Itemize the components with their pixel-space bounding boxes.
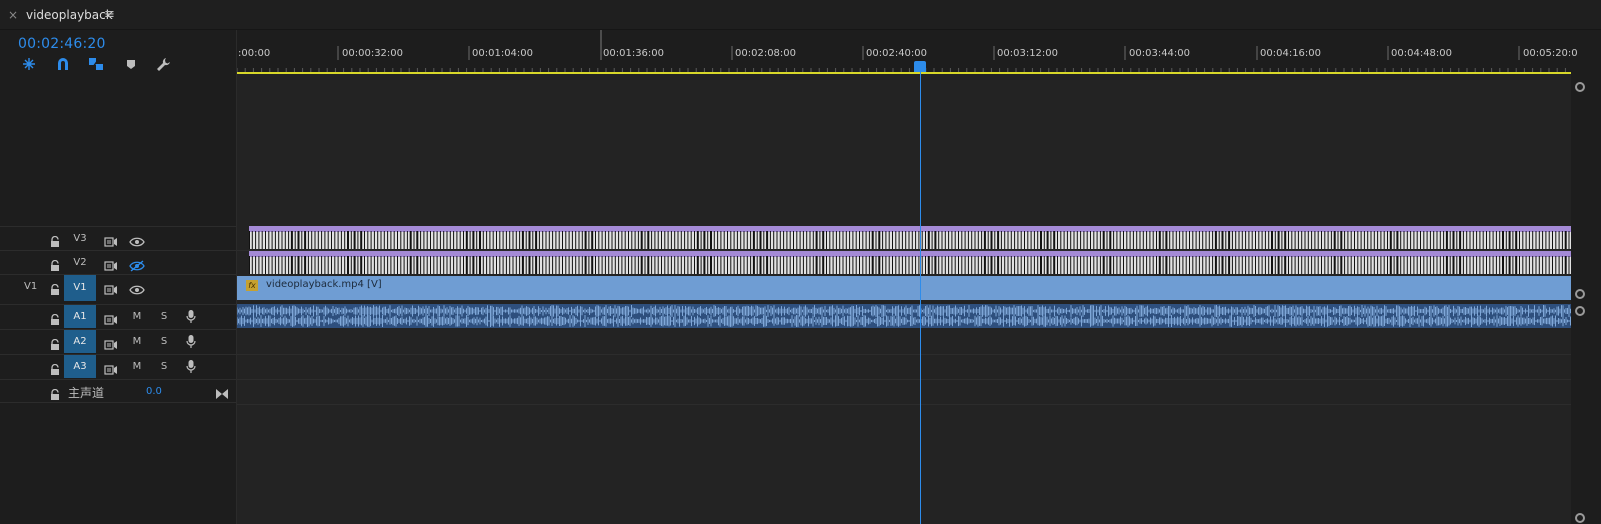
sync-lock-icon[interactable]	[104, 233, 118, 247]
master-volume-value[interactable]: 0.0	[146, 386, 162, 397]
mute-button[interactable]: M	[130, 335, 144, 349]
track-target-v3[interactable]: V3	[64, 227, 96, 250]
track-target-v1[interactable]: V1	[64, 275, 96, 301]
sync-lock-icon[interactable]	[104, 257, 118, 271]
panel-tab-bar: × videoplayback ≡	[0, 0, 1601, 30]
sync-lock-icon[interactable]	[104, 361, 118, 375]
video-scroll-handle-top[interactable]	[1575, 82, 1585, 92]
go-to-edit-point-icon[interactable]	[215, 385, 229, 399]
track-target-a1[interactable]: A1	[64, 305, 96, 328]
row-separator	[237, 404, 1571, 405]
timeline-settings-wrench-icon[interactable]	[155, 56, 173, 72]
ruler-major-ticks	[337, 30, 1520, 60]
track-target-a2[interactable]: A2	[64, 330, 96, 353]
playhead-line[interactable]	[920, 72, 921, 524]
linked-selection-icon[interactable]	[87, 56, 105, 72]
sync-lock-icon[interactable]	[104, 311, 118, 325]
lock-icon[interactable]	[50, 257, 60, 271]
master-track-label: 主声道	[68, 386, 105, 400]
row-separator	[237, 379, 1571, 380]
sequence-tab-title[interactable]: videoplayback	[26, 8, 113, 22]
playhead-handle[interactable]	[914, 61, 926, 72]
time-ruler[interactable]: :00:00 00:00:32:00 00:01:04:00 00:01:36:…	[237, 30, 1578, 74]
track-target-a3[interactable]: A3	[64, 355, 96, 378]
audio-waveform	[237, 305, 1571, 327]
lock-icon[interactable]	[50, 386, 60, 400]
panel-menu-icon[interactable]: ≡	[104, 7, 118, 22]
track-header-a2: A2 M S	[0, 329, 236, 353]
track-header-v2: V2	[0, 250, 236, 274]
nested-clip-v3[interactable]	[249, 226, 1571, 249]
track-header-v3: V3	[0, 226, 236, 250]
fx-badge[interactable]: fx	[246, 280, 258, 291]
add-marker-icon[interactable]	[122, 56, 140, 72]
video-scroll-handle-bottom[interactable]	[1575, 289, 1585, 299]
insert-overwrite-sequences-icon[interactable]	[20, 56, 38, 72]
solo-button[interactable]: S	[157, 360, 171, 374]
track-header-v1: V1 V1	[0, 274, 236, 301]
microphone-icon[interactable]	[185, 309, 197, 324]
clip-thumbnails	[249, 226, 1571, 249]
mute-button[interactable]: M	[130, 360, 144, 374]
audio-scroll-handle-bottom[interactable]	[1575, 513, 1585, 523]
lock-icon[interactable]	[50, 233, 60, 247]
close-icon[interactable]: ×	[8, 8, 20, 22]
playhead-timecode[interactable]: 00:02:46:20	[18, 36, 106, 52]
eye-icon[interactable]	[129, 281, 145, 295]
clip-name: videoplayback.mp4 [V]	[266, 279, 382, 290]
lock-icon[interactable]	[50, 281, 60, 295]
row-separator	[237, 354, 1571, 355]
track-target-v2[interactable]: V2	[64, 251, 96, 274]
audio-scroll-handle-top[interactable]	[1575, 306, 1585, 316]
eye-icon[interactable]	[129, 233, 145, 247]
lock-icon[interactable]	[50, 361, 60, 375]
mute-button[interactable]: M	[130, 310, 144, 324]
lock-icon[interactable]	[50, 336, 60, 350]
sync-lock-icon[interactable]	[104, 281, 118, 295]
microphone-icon[interactable]	[185, 359, 197, 374]
track-header-a3: A3 M S	[0, 354, 236, 378]
snap-magnet-icon[interactable]	[54, 56, 72, 72]
sync-lock-icon[interactable]	[104, 336, 118, 350]
lock-icon[interactable]	[50, 311, 60, 325]
video-clip-v1[interactable]: fx videoplayback.mp4 [V]	[237, 276, 1571, 300]
audio-clip-a1[interactable]	[237, 304, 1571, 328]
solo-button[interactable]: S	[157, 310, 171, 324]
solo-button[interactable]: S	[157, 335, 171, 349]
nested-clip-v2[interactable]	[249, 251, 1571, 274]
microphone-icon[interactable]	[185, 334, 197, 349]
track-header-a1: A1 M S	[0, 304, 236, 329]
eye-hidden-icon[interactable]	[129, 257, 145, 272]
track-header-master: 主声道 0.0	[0, 379, 236, 403]
source-patch-v1[interactable]: V1	[24, 281, 37, 292]
clip-thumbnails	[249, 251, 1571, 274]
